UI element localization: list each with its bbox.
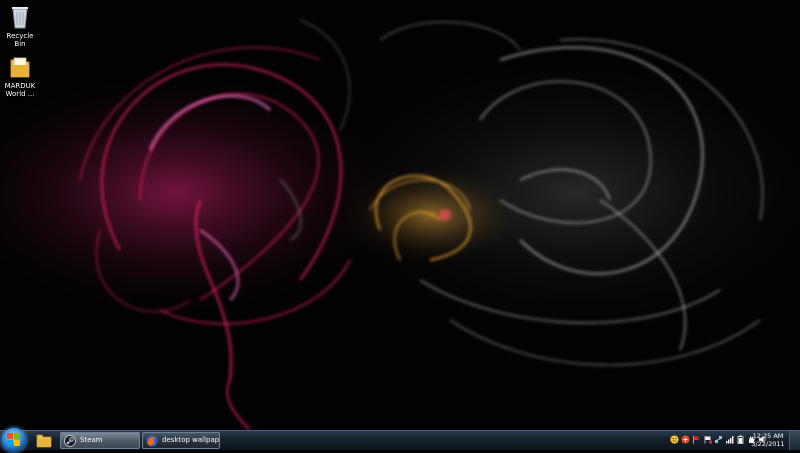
steam-icon (64, 435, 76, 447)
pinned-windows-explorer[interactable] (32, 432, 56, 449)
taskbar-button-label: Steam (80, 436, 103, 444)
folder-icon (10, 57, 30, 78)
signal-bars-icon[interactable] (725, 435, 734, 444)
clock-time: 12:25 AM (752, 432, 784, 440)
show-desktop-button[interactable] (789, 431, 800, 450)
taskbar-clock[interactable]: 12:25 AM 3/22/2011 (750, 432, 786, 448)
desktop-icon-recycle-bin[interactable]: Recycle Bin (0, 4, 40, 48)
taskbar-button-label: desktop wallpape... (162, 436, 220, 444)
firefox-icon (146, 435, 158, 447)
start-button[interactable] (2, 428, 26, 452)
taskbar: Steam desktop wallpape... (0, 428, 800, 452)
recycle-bin-icon (12, 7, 28, 29)
battery-icon[interactable] (736, 435, 745, 444)
desktop-icon-marduk-world[interactable]: MARDUK World ... (0, 54, 40, 98)
desktop-icon-label: Recycle Bin (6, 32, 34, 48)
red-flag-icon[interactable] (692, 435, 701, 444)
antivirus-icon[interactable] (681, 435, 690, 444)
desktop-wallpaper (0, 0, 800, 430)
system-tray (670, 435, 766, 447)
windows-logo-icon (7, 433, 20, 446)
smiley-icon[interactable] (670, 435, 679, 444)
desktop[interactable]: Recycle Bin MARDUK World ... (0, 0, 800, 430)
action-center-flag-icon[interactable] (703, 435, 712, 444)
windows-explorer-icon (36, 434, 52, 448)
clock-date: 3/22/2011 (751, 440, 785, 448)
desktop-icon-label: MARDUK World ... (4, 82, 36, 98)
taskbar-button-firefox[interactable]: desktop wallpape... (142, 432, 220, 449)
taskbar-button-steam[interactable]: Steam (60, 432, 140, 449)
network-icon[interactable] (714, 435, 723, 444)
